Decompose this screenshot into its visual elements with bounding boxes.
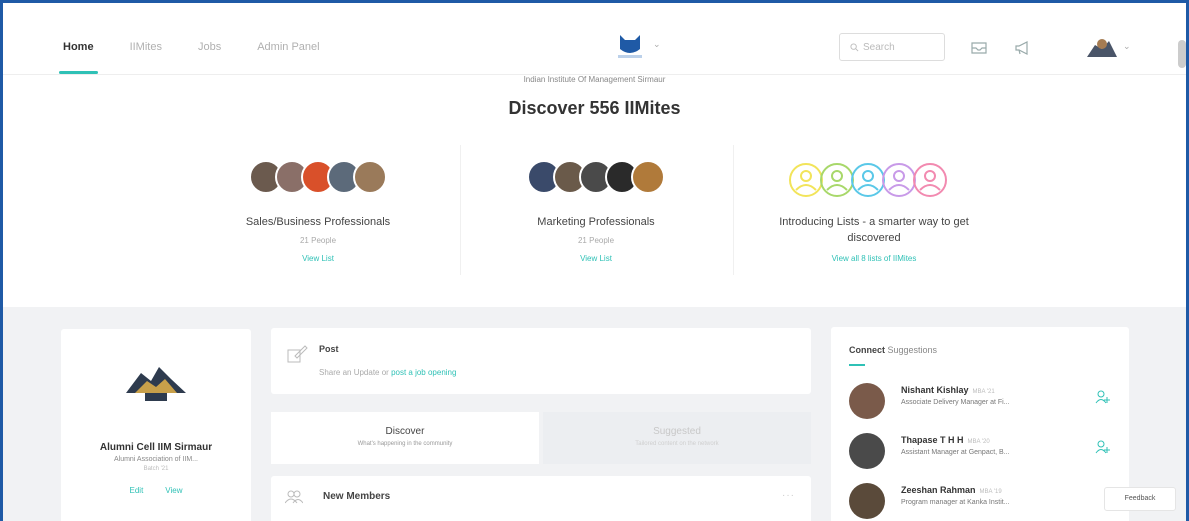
- person-batch: MBA '21: [972, 389, 995, 395]
- feedback-button[interactable]: Feedback: [1104, 487, 1176, 511]
- user-outline-icons: [789, 163, 947, 197]
- logo-chevron-down-icon[interactable]: ⌄: [653, 39, 661, 50]
- list-card-sales[interactable]: Sales/Business Professionals 21 People V…: [188, 160, 448, 263]
- more-options-icon[interactable]: ···: [782, 490, 795, 501]
- tab-suggested[interactable]: Suggested Tailored content on the networ…: [543, 412, 811, 464]
- tab-label: Discover: [385, 426, 425, 437]
- profile-meta: Batch '21: [143, 466, 169, 472]
- suggestion-item[interactable]: Zeeshan Rahman MBA '19 Program manager at…: [849, 481, 1111, 521]
- connect-suggestions: Connect Suggestions Nishant Kishlay MBA '…: [831, 327, 1129, 521]
- post-icon: [287, 345, 308, 363]
- view-button[interactable]: View: [165, 486, 182, 495]
- post-prompt-text: Share an Update or: [319, 368, 389, 377]
- logo-icon[interactable]: [616, 31, 644, 61]
- connect-underline: [849, 364, 865, 366]
- person-batch: MBA '19: [979, 489, 1002, 495]
- edit-button[interactable]: Edit: [130, 486, 144, 495]
- list-card-title: Sales/Business Professionals: [245, 216, 391, 228]
- person-name-text: Nishant Kishlay: [901, 385, 969, 395]
- tab-subtitle: Tailored content on the network: [635, 441, 719, 447]
- person-name: Zeeshan Rahman MBA '19: [901, 485, 1002, 495]
- scrollbar[interactable]: [1178, 40, 1186, 68]
- nav-iimites[interactable]: IIMites: [130, 41, 162, 53]
- nav-jobs[interactable]: Jobs: [198, 41, 221, 53]
- view-list-link[interactable]: View List: [466, 254, 726, 263]
- avatar: [849, 483, 885, 519]
- avatar-group: [466, 160, 726, 200]
- search-placeholder: Search: [863, 41, 895, 53]
- lists-intro-title: Introducing Lists - a smarter way to get…: [779, 216, 969, 244]
- alumni-cell-logo: [126, 367, 186, 401]
- suggestion-item[interactable]: Nishant Kishlay MBA '21 Associate Deliver…: [849, 381, 1111, 421]
- profile-subtitle: Alumni Association of IIM...: [113, 456, 199, 463]
- list-card-count: 21 People: [577, 236, 615, 245]
- inbox-icon[interactable]: [970, 39, 988, 57]
- new-members-card: New Members ···: [271, 476, 811, 521]
- post-job-link[interactable]: post a job opening: [391, 368, 456, 377]
- person-name: Nishant Kishlay MBA '21: [901, 385, 995, 395]
- search-input[interactable]: Search: [839, 33, 945, 61]
- view-all-lists-link[interactable]: View all 8 lists of IIMites: [744, 254, 1004, 263]
- avatar: [849, 433, 885, 469]
- nav-home[interactable]: Home: [59, 41, 98, 74]
- connect-title: Connect Suggestions: [849, 345, 937, 355]
- divider: [460, 145, 461, 275]
- placeholder-avatar-group: [744, 160, 1004, 200]
- divider: [733, 145, 734, 275]
- top-nav: Home IIMites Jobs Admin Panel ⌄ Search ⌄: [3, 3, 1186, 75]
- tab-discover[interactable]: Discover What's happening in the communi…: [271, 412, 539, 464]
- nav-admin-panel[interactable]: Admin Panel: [257, 41, 319, 53]
- tab-label: Suggested: [653, 426, 701, 437]
- avatar-chevron-down-icon[interactable]: ⌄: [1123, 41, 1131, 52]
- avatar-group: [188, 160, 448, 200]
- connect-title-bold: Connect: [849, 345, 885, 355]
- feed-area: Alumni Cell IIM Sirmaur Alumni Associati…: [3, 307, 1186, 521]
- nav-links: Home IIMites Jobs Admin Panel: [59, 41, 320, 74]
- post-prompt: Share an Update or post a job opening: [319, 368, 456, 377]
- post-composer[interactable]: Post Share an Update or post a job openi…: [271, 328, 811, 394]
- person-batch: MBA '20: [967, 439, 990, 445]
- avatar: [631, 160, 665, 194]
- page-title: Discover 556 IIMites: [508, 98, 681, 118]
- add-connection-icon[interactable]: [1095, 439, 1111, 455]
- profile-name: Alumni Cell IIM Sirmaur: [99, 442, 213, 453]
- tab-subtitle: What's happening in the community: [357, 441, 453, 447]
- search-icon: [850, 42, 859, 51]
- members-icon: [285, 490, 303, 504]
- person-name: Thapase T H H MBA '20: [901, 435, 990, 445]
- profile-card: Alumni Cell IIM Sirmaur Alumni Associati…: [61, 329, 251, 521]
- user-avatar[interactable]: [1087, 35, 1117, 59]
- feed-tabs: Discover What's happening in the communi…: [271, 412, 811, 464]
- person-role: Associate Delivery Manager at Fi...: [901, 399, 1010, 406]
- institute-name: Indian Institute Of Management Sirmaur: [523, 75, 666, 84]
- avatar: [353, 160, 387, 194]
- lists-intro-card[interactable]: Introducing Lists - a smarter way to get…: [744, 160, 1004, 263]
- list-card-count: 21 People: [299, 236, 337, 245]
- list-card-title: Marketing Professionals: [537, 216, 655, 228]
- new-members-title: New Members: [323, 491, 391, 502]
- person-name-text: Thapase T H H: [901, 435, 964, 445]
- view-list-link[interactable]: View List: [188, 254, 448, 263]
- person-name-text: Zeeshan Rahman: [901, 485, 976, 495]
- connect-title-rest: Suggestions: [887, 345, 938, 355]
- person-role: Assistant Manager at Genpact, B...: [901, 449, 1010, 456]
- profile-actions: Edit View: [61, 486, 251, 495]
- megaphone-icon[interactable]: [1013, 39, 1031, 57]
- add-connection-icon[interactable]: [1095, 389, 1111, 405]
- person-role: Program manager at Kanka Instit...: [901, 499, 1010, 506]
- suggestion-item[interactable]: Thapase T H H MBA '20 Assistant Manager a…: [849, 431, 1111, 471]
- list-card-marketing[interactable]: Marketing Professionals 21 People View L…: [466, 160, 726, 263]
- avatar: [849, 383, 885, 419]
- post-title: Post: [319, 344, 339, 354]
